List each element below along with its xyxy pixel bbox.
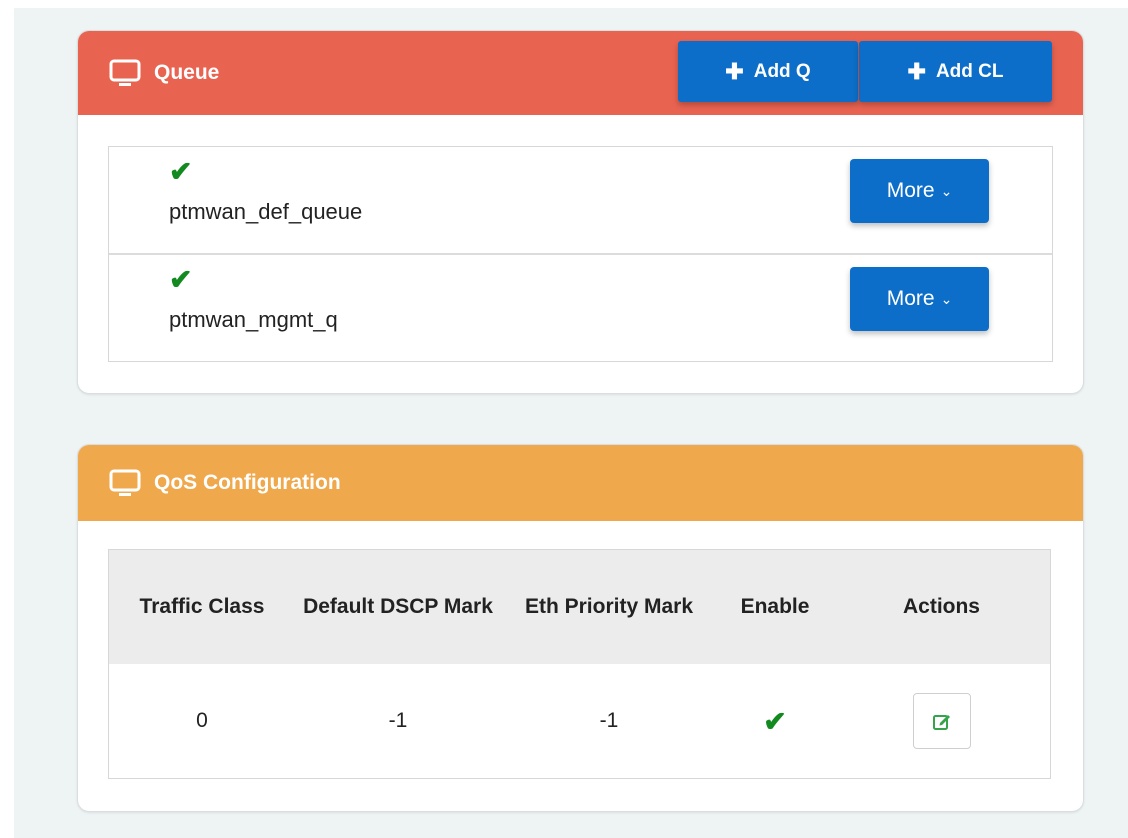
plus-icon: ✚ — [725, 58, 744, 84]
more-button[interactable]: More ⌄ — [850, 267, 989, 331]
table-header-row: Traffic Class Default DSCP Mark Eth Prio… — [108, 549, 1051, 664]
monitor-icon — [108, 466, 142, 500]
edit-icon — [932, 715, 950, 730]
add-queue-button[interactable]: ✚ Add Q — [678, 41, 858, 102]
more-label: More — [886, 287, 935, 310]
actions-cell — [833, 664, 1051, 779]
qos-panel-title: QoS Configuration — [154, 471, 341, 494]
queue-name: ptmwan_mgmt_q — [169, 307, 338, 332]
traffic-class-cell: 0 — [108, 664, 295, 779]
column-header-traffic-class: Traffic Class — [108, 549, 295, 664]
column-header-enable: Enable — [717, 549, 833, 664]
table-row: 0 -1 -1 ✔ — [108, 664, 1051, 779]
queue-item: ✔ ptmwan_mgmt_q More ⌄ — [109, 253, 1052, 361]
queue-list: ✔ ptmwan_def_queue More ⌄ ✔ ptmwan_mgmt_… — [108, 146, 1053, 362]
enabled-check-icon: ✔ — [169, 156, 193, 187]
enabled-check-icon: ✔ — [763, 705, 787, 737]
column-header-default-dscp-mark: Default DSCP Mark — [295, 549, 501, 664]
eth-priority-mark-cell: -1 — [501, 664, 717, 779]
edit-button[interactable] — [912, 693, 971, 749]
enabled-check-icon: ✔ — [169, 264, 193, 295]
column-header-actions: Actions — [833, 549, 1051, 664]
default-dscp-mark-cell: -1 — [295, 664, 501, 779]
add-classifier-button[interactable]: ✚ Add CL — [859, 41, 1052, 102]
enable-cell: ✔ — [717, 664, 833, 779]
queue-panel: Queue ✚ Add Q ✚ Add CL ✔ ptmwan_def_queu… — [77, 30, 1084, 394]
plus-icon: ✚ — [907, 58, 926, 84]
column-header-eth-priority-mark: Eth Priority Mark — [501, 549, 717, 664]
more-button[interactable]: More ⌄ — [850, 159, 989, 223]
queue-name: ptmwan_def_queue — [169, 199, 363, 224]
more-label: More — [886, 179, 935, 202]
queue-panel-title: Queue — [154, 61, 220, 84]
add-classifier-label: Add CL — [935, 60, 1004, 82]
qos-configuration-panel: QoS Configuration Traffic Class Default … — [77, 444, 1084, 812]
queue-item: ✔ ptmwan_def_queue More ⌄ — [109, 147, 1052, 253]
chevron-down-icon: ⌄ — [940, 182, 953, 199]
qos-panel-header: QoS Configuration — [78, 445, 1083, 521]
monitor-icon — [108, 56, 142, 90]
chevron-down-icon: ⌄ — [940, 290, 953, 307]
queue-panel-header: Queue ✚ Add Q ✚ Add CL — [78, 31, 1083, 115]
qos-table: Traffic Class Default DSCP Mark Eth Prio… — [108, 549, 1051, 779]
add-queue-label: Add Q — [753, 60, 811, 82]
